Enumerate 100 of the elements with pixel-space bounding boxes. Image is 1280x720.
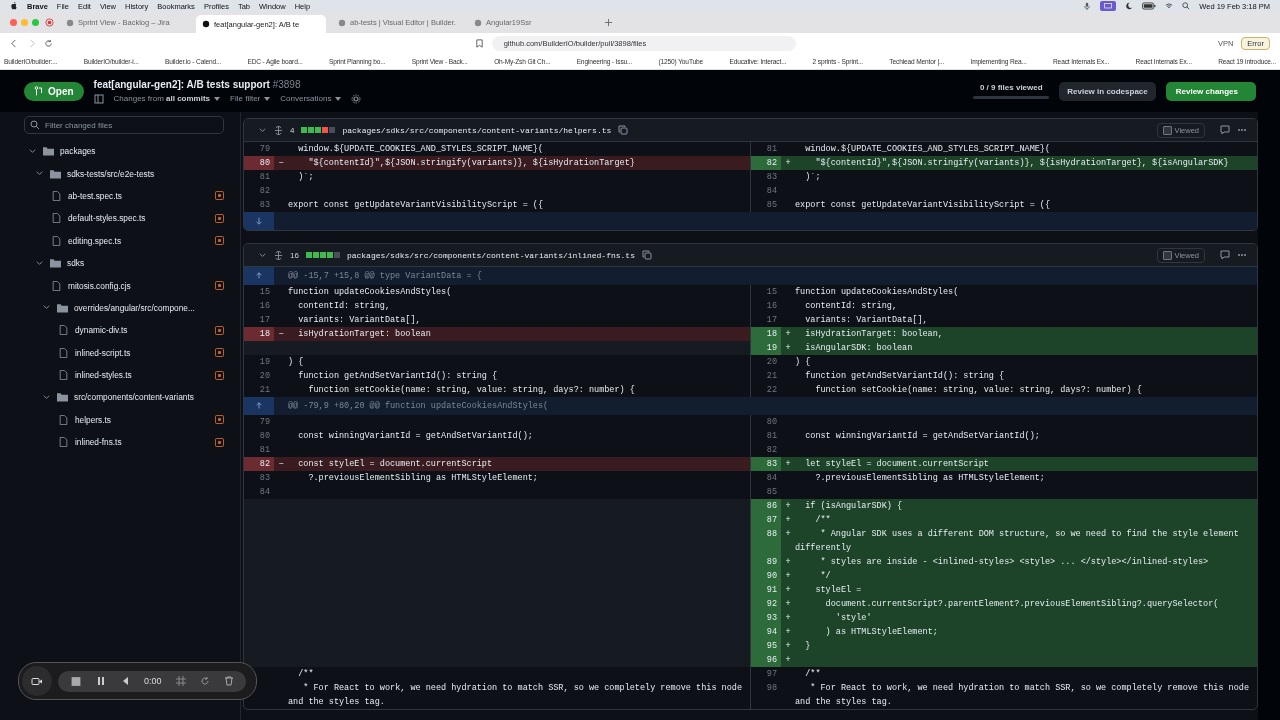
folder-icon bbox=[50, 258, 61, 269]
wifi-icon[interactable] bbox=[1165, 2, 1174, 10]
copy-icon[interactable] bbox=[641, 250, 652, 260]
file-path[interactable]: packages/sdks/src/components/content-variants/helpers.ts bbox=[342, 125, 612, 135]
file-path[interactable]: packages/sdks/src/components/content-variants/inlined-fns.ts bbox=[346, 250, 635, 260]
folder-name[interactable]: overrides/angular/src/compone... bbox=[74, 302, 195, 313]
folder-name[interactable]: sdks bbox=[67, 258, 85, 269]
line-number: 20 bbox=[766, 357, 777, 367]
caret-icon[interactable] bbox=[264, 96, 271, 101]
line-number: 15 bbox=[766, 287, 777, 297]
codespace-button[interactable]: Review in codespace bbox=[1059, 81, 1156, 101]
expand-all-icon[interactable] bbox=[274, 125, 283, 135]
line-number: 95 bbox=[766, 641, 777, 651]
changes-dropdown[interactable]: Changes from all commits bbox=[113, 94, 211, 103]
restart-icon[interactable] bbox=[199, 676, 210, 686]
code-text: ) { bbox=[795, 357, 811, 367]
file-name[interactable]: inlined-script.ts bbox=[75, 347, 131, 358]
file-name[interactable]: editing.spec.ts bbox=[68, 235, 122, 246]
grid-icon[interactable] bbox=[175, 676, 186, 686]
file-filter-dropdown[interactable]: File filter bbox=[230, 94, 261, 103]
diff-sign: + bbox=[785, 599, 791, 609]
file-name[interactable]: dynamic-div.ts bbox=[75, 325, 128, 336]
search-icon[interactable] bbox=[1182, 2, 1191, 10]
bookmark-icon[interactable] bbox=[474, 38, 484, 48]
folder-name[interactable]: sdks-tests/src/e2e-tests bbox=[67, 168, 155, 179]
line-number: 79 bbox=[259, 144, 270, 154]
code-text: document.currentScript?.parentElement?.previousElementSibling?.querySelector( bbox=[824, 599, 1219, 609]
new-tab-icon[interactable] bbox=[604, 18, 613, 27]
trash-icon[interactable] bbox=[223, 676, 234, 686]
line-number: 81 bbox=[259, 445, 270, 455]
modified-icon bbox=[215, 213, 224, 223]
code-text: * For React to work, we need hydration to match SSR, so we completely remove this node and the styles tag. bbox=[288, 683, 743, 707]
apple-logo-icon[interactable] bbox=[10, 2, 18, 10]
line-number: 96 bbox=[766, 655, 777, 665]
line-number: 21 bbox=[766, 371, 777, 381]
camera-button[interactable] bbox=[22, 666, 52, 696]
folder-icon bbox=[43, 146, 54, 157]
expand-icon[interactable] bbox=[255, 272, 263, 280]
code-text: ?.previousElementSibling as HTMLStyleElement; bbox=[814, 473, 1045, 483]
file-name[interactable]: ab-test.spec.ts bbox=[68, 190, 122, 201]
comment-icon[interactable] bbox=[1220, 250, 1230, 260]
battery-icon[interactable] bbox=[1142, 2, 1157, 10]
line-number: 80 bbox=[259, 158, 270, 168]
stop-icon[interactable] bbox=[70, 675, 82, 687]
folder-icon bbox=[57, 302, 68, 313]
diff-sign: + bbox=[785, 329, 791, 339]
chevron-icon[interactable] bbox=[258, 125, 267, 135]
diffstat-icon bbox=[301, 127, 336, 133]
code-text: /** bbox=[814, 515, 831, 525]
chevron-icon[interactable] bbox=[28, 146, 37, 156]
folder-name[interactable]: packages bbox=[60, 146, 96, 157]
comment-icon[interactable] bbox=[1220, 125, 1230, 135]
settings-icon[interactable] bbox=[351, 93, 362, 104]
chevron-icon[interactable] bbox=[42, 393, 51, 402]
file-name[interactable]: mitosis.config.cjs bbox=[68, 280, 131, 291]
expand-all-icon[interactable] bbox=[274, 250, 283, 260]
modified-icon bbox=[215, 191, 224, 201]
diff-sign: − bbox=[278, 329, 284, 339]
code-text: function updateCookiesAndStyles( bbox=[288, 287, 452, 297]
review-button[interactable]: Review changes bbox=[1165, 81, 1256, 101]
microphone-icon[interactable] bbox=[1083, 2, 1092, 10]
code-text: const styleEl = document.currentScript bbox=[297, 459, 493, 469]
code-text: * styles are inside - <inlined-styles> <style> ... </style></inlined-styles> bbox=[819, 557, 1209, 567]
conversations-dropdown[interactable]: Conversations bbox=[280, 94, 332, 103]
line-number: 84 bbox=[766, 473, 777, 483]
back-icon[interactable] bbox=[10, 38, 19, 48]
file-name[interactable]: default-styles.spec.ts bbox=[68, 213, 146, 224]
site-icon bbox=[474, 18, 482, 27]
file-name[interactable]: inlined-styles.ts bbox=[75, 370, 132, 381]
code-text: const winningVariantId = getAndSetVariantId(); bbox=[297, 431, 533, 441]
modified-icon bbox=[215, 325, 224, 335]
sidebar-toggle-icon[interactable] bbox=[93, 93, 104, 104]
filter-field[interactable]: Filter changed files bbox=[24, 116, 224, 134]
code-text: if (isAngularSDK) { bbox=[804, 501, 903, 511]
modified-icon bbox=[215, 370, 224, 380]
caret-icon[interactable] bbox=[214, 96, 221, 101]
chevron-icon[interactable] bbox=[35, 258, 44, 268]
pause-icon[interactable] bbox=[96, 676, 106, 686]
moon-icon[interactable] bbox=[1125, 2, 1134, 10]
file-name[interactable]: inlined-fns.ts bbox=[75, 437, 122, 448]
screen-share-icon[interactable] bbox=[1100, 1, 1117, 11]
line-number: 16 bbox=[766, 301, 777, 311]
caret-icon[interactable] bbox=[335, 96, 342, 101]
folder-name[interactable]: src/components/content-variants bbox=[74, 392, 194, 403]
scrollbar-track[interactable] bbox=[1258, 112, 1280, 720]
line-number: 86 bbox=[766, 501, 777, 511]
camera-icon bbox=[31, 675, 43, 687]
line-number: 94 bbox=[766, 627, 777, 637]
copy-icon[interactable] bbox=[618, 125, 629, 135]
code-text: ) { bbox=[288, 357, 304, 367]
line-number: 83 bbox=[259, 200, 270, 210]
file-name[interactable]: helpers.ts bbox=[75, 414, 111, 425]
reload-icon[interactable] bbox=[44, 38, 53, 48]
chevron-icon[interactable] bbox=[258, 250, 267, 260]
record-icon[interactable] bbox=[45, 18, 54, 27]
expand-icon[interactable] bbox=[255, 217, 263, 225]
code-text: function getAndSetVariantId(): string { bbox=[297, 371, 498, 381]
hunk-header: @@ -79,9 +80,20 @@ function updateCookiesAndStyles( bbox=[287, 401, 549, 411]
expand-icon[interactable] bbox=[255, 402, 263, 410]
window-close-button[interactable] bbox=[10, 19, 17, 26]
